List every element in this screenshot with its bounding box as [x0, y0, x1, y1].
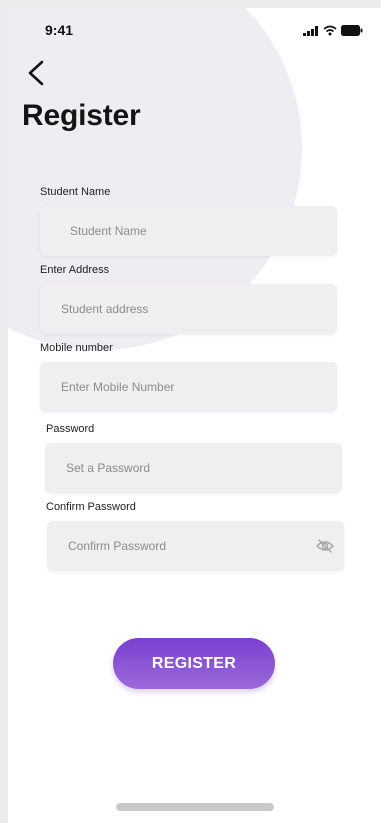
confirm-password-field [47, 521, 344, 571]
mobile-label: Mobile number [40, 342, 113, 354]
wifi-icon [323, 25, 337, 36]
address-label: Enter Address [40, 264, 110, 276]
eye-off-icon[interactable] [316, 538, 334, 554]
address-field [40, 284, 337, 334]
page-title: Register [22, 99, 141, 132]
mobile-input[interactable] [40, 362, 337, 412]
status-time: 9:41 [45, 22, 74, 38]
address-input[interactable] [40, 284, 337, 334]
home-indicator [116, 803, 274, 811]
student-name-field [40, 206, 337, 256]
confirm-password-input[interactable] [47, 521, 344, 571]
back-button[interactable] [18, 55, 54, 91]
password-input[interactable] [45, 443, 342, 493]
status-bar: 9:41 [8, 8, 381, 52]
mobile-field [40, 362, 337, 412]
register-button[interactable]: REGISTER [113, 638, 275, 689]
register-screen: 9:41 Register Student Name Student Name … [8, 8, 381, 823]
password-label: Password [46, 423, 95, 435]
chevron-left-icon [28, 60, 44, 86]
signal-icon [303, 25, 318, 36]
student-name-input[interactable] [40, 206, 337, 256]
battery-icon [341, 25, 363, 36]
status-icons [303, 25, 363, 36]
student-name-label: Student Name [40, 186, 111, 198]
confirm-password-label: Confirm Password [46, 501, 136, 513]
password-field [45, 443, 342, 493]
